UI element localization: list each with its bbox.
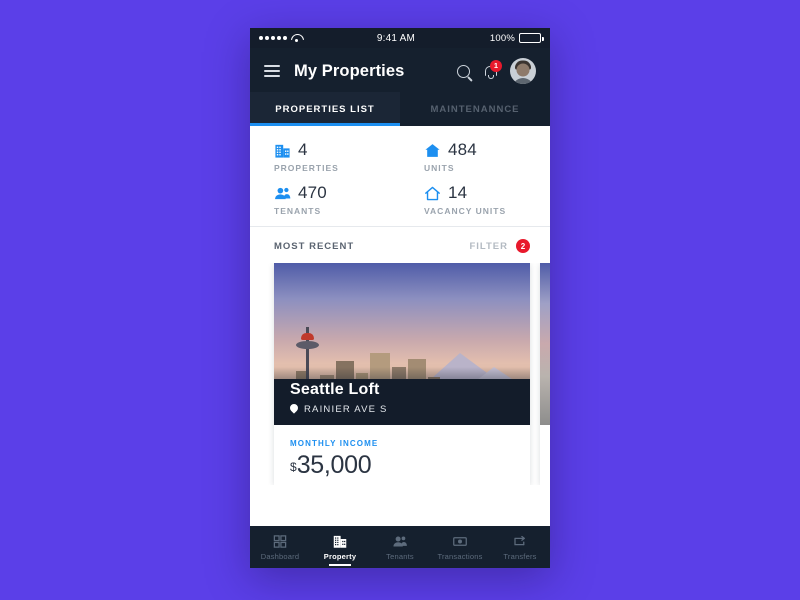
- bottom-navigation: Dashboard Property Tenants Transactions …: [250, 526, 550, 568]
- tab-properties-list[interactable]: PROPERTIES LIST: [250, 92, 400, 126]
- home-outline-icon: [425, 186, 440, 200]
- monthly-income-label: MONTHLY INCOME: [290, 439, 379, 448]
- nav-item-dashboard-label: Dashboard: [260, 551, 300, 561]
- filter-badge[interactable]: 2: [516, 239, 530, 253]
- nav-item-tenants[interactable]: Tenants: [370, 526, 430, 568]
- most-recent-bar: MOST RECENT FILTER 2: [250, 227, 550, 263]
- nav-item-transactions[interactable]: Transactions: [430, 526, 490, 568]
- nav-item-property[interactable]: Property: [310, 526, 370, 568]
- notifications-badge: 1: [490, 59, 502, 72]
- property-hero-image-next: [540, 263, 550, 425]
- most-recent-title: MOST RECENT: [274, 240, 355, 252]
- nav-item-tenants-label: Tenants: [386, 551, 414, 561]
- building-icon: [275, 144, 290, 158]
- stat-units-value: 484: [448, 140, 477, 159]
- stat-units[interactable]: 484 UNITS: [400, 140, 550, 173]
- stat-tenants-label: TENANTS: [274, 206, 322, 216]
- nav-item-transactions-label: Transactions: [437, 551, 483, 561]
- stat-units-label: UNITS: [424, 163, 455, 173]
- battery-full-icon: [519, 33, 544, 43]
- property-card[interactable]: Seattle Loft RAINIER AVE S MONTHLY INCOM…: [274, 263, 530, 485]
- status-bar: 9:41 AM 100%: [250, 28, 550, 48]
- stat-properties[interactable]: 4 PROPERTIES: [250, 140, 400, 173]
- tab-maintenance-label: MAINTENANNCE: [430, 103, 520, 115]
- app-header: My Properties 1: [250, 48, 550, 92]
- stats-panel: 4 PROPERTIES 484 UNITS 470 TENANTS 14 VA…: [250, 126, 550, 227]
- status-bar-time: 9:41 AM: [376, 32, 415, 44]
- stat-properties-label: PROPERTIES: [274, 163, 339, 173]
- stat-vacancy-label: VACANCY UNITS: [424, 206, 507, 216]
- tab-properties-list-label: PROPERTIES LIST: [275, 103, 375, 115]
- currency-symbol: $: [290, 460, 297, 474]
- transfer-arrows-icon: [514, 535, 525, 545]
- stat-properties-value: 4: [298, 140, 308, 159]
- wifi-icon: [291, 34, 302, 42]
- phone-frame: 9:41 AM 100% My Properties 1 PROPERTIES …: [250, 28, 550, 568]
- avatar[interactable]: [510, 58, 536, 84]
- notifications-button[interactable]: 1: [484, 59, 502, 79]
- property-carousel[interactable]: Seattle Loft RAINIER AVE S MONTHLY INCOM…: [250, 263, 550, 485]
- hamburger-menu-icon[interactable]: [264, 65, 280, 77]
- signal-strength-icon: [259, 36, 287, 40]
- nav-item-dashboard[interactable]: Dashboard: [250, 526, 310, 568]
- card-notch: [387, 413, 417, 425]
- nav-item-transfers[interactable]: Transfers: [490, 526, 550, 568]
- tenants-icon: [393, 536, 407, 546]
- status-bar-right: 100%: [489, 32, 544, 44]
- page-title: My Properties: [294, 61, 405, 80]
- tab-maintenance[interactable]: MAINTENANNCE: [400, 92, 550, 126]
- filter-button[interactable]: FILTER: [469, 241, 508, 252]
- property-address: RAINIER AVE S: [304, 404, 388, 415]
- stat-vacancy-units[interactable]: 14 VACANCY UNITS: [400, 183, 550, 216]
- home-filled-icon: [425, 143, 440, 157]
- grid-icon: [273, 534, 287, 548]
- property-name: Seattle Loft: [290, 381, 380, 398]
- stat-tenants-value: 470: [298, 183, 327, 202]
- tab-bar: PROPERTIES LIST MAINTENANNCE: [250, 92, 550, 126]
- stat-vacancy-value: 14: [448, 183, 468, 202]
- monthly-income-value: 35,000: [296, 451, 372, 479]
- search-icon: [457, 64, 470, 78]
- banknote-icon: [453, 536, 467, 546]
- nav-item-property-label: Property: [323, 551, 357, 561]
- status-bar-left: [259, 34, 302, 42]
- tenants-icon: [275, 187, 291, 199]
- property-hero-text: Seattle Loft RAINIER AVE S: [290, 381, 388, 415]
- map-pin-icon: [290, 404, 298, 415]
- search-button[interactable]: [457, 64, 470, 78]
- building-icon: [333, 535, 347, 548]
- property-card-next[interactable]: [540, 263, 550, 485]
- stat-tenants[interactable]: 470 TENANTS: [250, 183, 400, 216]
- nav-item-transfers-label: Transfers: [503, 551, 537, 561]
- property-hero-image: Seattle Loft RAINIER AVE S: [274, 263, 530, 425]
- battery-percent-label: 100%: [489, 32, 515, 44]
- property-income-section: MONTHLY INCOME $ 35,000: [274, 425, 530, 478]
